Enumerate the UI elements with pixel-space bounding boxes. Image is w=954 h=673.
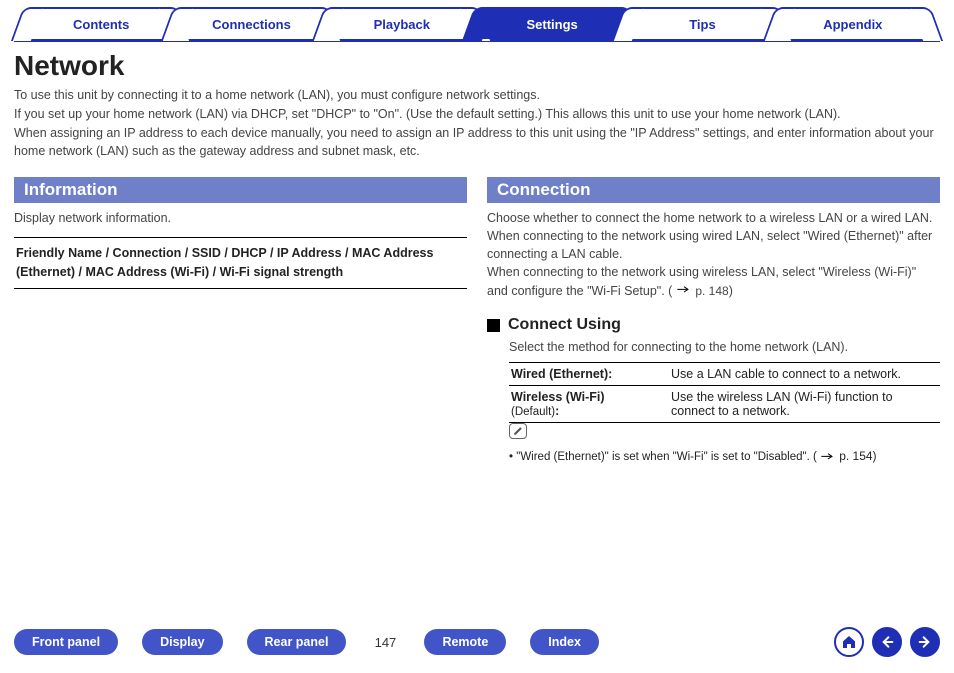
tab-label: Playback [374, 17, 430, 32]
section-heading-connection: Connection [487, 177, 940, 203]
display-button[interactable]: Display [142, 629, 222, 655]
bottom-nav: Front panel Display Rear panel 147 Remot… [14, 627, 940, 657]
table-row: Wireless (Wi-Fi) (Default): Use the wire… [509, 386, 940, 423]
rear-panel-button[interactable]: Rear panel [247, 629, 347, 655]
page-reference-link[interactable]: p. 148 [695, 284, 728, 298]
subheading-connect-using: Connect Using [487, 316, 940, 334]
tab-label: Appendix [823, 17, 882, 32]
option-label: Wired (Ethernet): [509, 363, 669, 386]
intro-text: To use this unit by connecting it to a h… [14, 86, 940, 161]
option-desc: Use a LAN cable to connect to a network. [669, 363, 940, 386]
next-page-button[interactable] [910, 627, 940, 657]
tab-appendix[interactable]: Appendix [777, 7, 929, 39]
option-desc: Use the wireless LAN (Wi-Fi) function to… [669, 386, 940, 423]
left-column: Information Display network information.… [14, 177, 467, 464]
front-panel-button[interactable]: Front panel [14, 629, 118, 655]
remote-button[interactable]: Remote [424, 629, 506, 655]
information-desc: Display network information. [14, 209, 467, 227]
reference-icon [820, 451, 836, 465]
tab-playback[interactable]: Playback [326, 7, 478, 39]
page-number: 147 [370, 635, 400, 650]
connect-using-desc: Select the method for connecting to the … [509, 338, 940, 356]
connection-desc: Choose whether to connect the home netwo… [487, 209, 940, 300]
index-button[interactable]: Index [530, 629, 599, 655]
tab-contents[interactable]: Contents [25, 7, 177, 39]
prev-page-button[interactable] [872, 627, 902, 657]
intro-line: If you set up your home network (LAN) vi… [14, 105, 940, 124]
tab-label: Connections [212, 17, 291, 32]
tab-label: Contents [73, 17, 129, 32]
right-column: Connection Choose whether to connect the… [487, 177, 940, 464]
intro-line: To use this unit by connecting it to a h… [14, 86, 940, 105]
subheading-label: Connect Using [508, 316, 621, 334]
tab-connections[interactable]: Connections [175, 7, 327, 39]
tab-label: Tips [689, 17, 716, 32]
section-heading-information: Information [14, 177, 467, 203]
page-reference-link[interactable]: p. 154 [839, 449, 872, 463]
default-tag: (Default) [511, 406, 555, 418]
connection-p2: When connecting to the network using wir… [487, 227, 940, 263]
connection-p1: Choose whether to connect the home netwo… [487, 209, 940, 227]
reference-icon [676, 282, 692, 300]
intro-line: When assigning an IP address to each dev… [14, 124, 940, 162]
nav-icon-group [834, 627, 940, 657]
option-label: Wireless (Wi-Fi) (Default): [509, 386, 669, 423]
information-parameters: Friendly Name / Connection / SSID / DHCP… [14, 237, 467, 289]
tab-label: Settings [527, 17, 578, 32]
note-text: "Wired (Ethernet)" is set when "Wi-Fi" i… [509, 449, 940, 464]
note-icon [509, 423, 527, 439]
connection-p3: When connecting to the network using wir… [487, 263, 940, 300]
tab-settings[interactable]: Settings [476, 7, 628, 39]
top-tabs: Contents Connections Playback Settings T… [14, 0, 940, 42]
home-button[interactable] [834, 627, 864, 657]
table-row: Wired (Ethernet): Use a LAN cable to con… [509, 363, 940, 386]
page-title: Network [14, 50, 940, 82]
tab-tips[interactable]: Tips [626, 7, 778, 39]
connect-using-table: Wired (Ethernet): Use a LAN cable to con… [509, 362, 940, 423]
